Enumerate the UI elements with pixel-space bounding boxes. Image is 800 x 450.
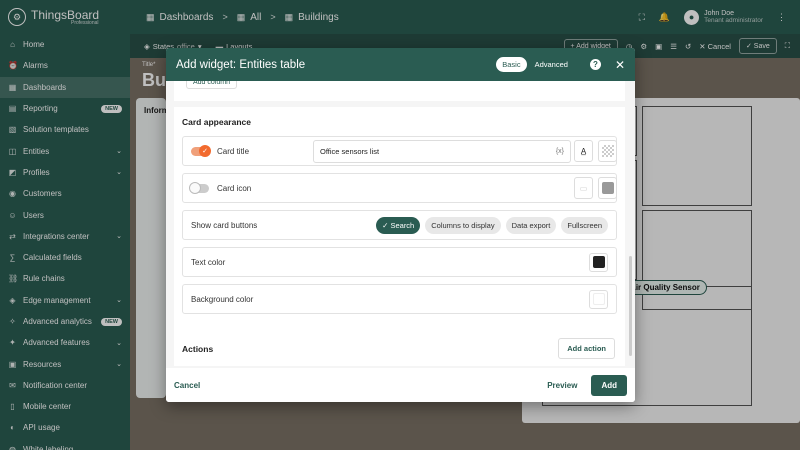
text-color-label: Text color xyxy=(191,257,226,267)
background-color-row: Background color xyxy=(182,284,617,314)
preview-button[interactable]: Preview xyxy=(547,381,577,390)
variable-icon[interactable]: {x} xyxy=(556,148,564,155)
check-icon: ✓ xyxy=(199,145,211,157)
show-card-buttons-label: Show card buttons xyxy=(191,220,258,230)
help-icon[interactable]: ? xyxy=(589,59,601,70)
chip-fullscreen[interactable]: Fullscreen xyxy=(561,216,608,234)
card-title-label: Card title xyxy=(217,146,250,156)
columns-section: Add column xyxy=(174,81,625,101)
actions-section: Actions Add action xyxy=(174,332,625,366)
card-title-value: Office sensors list xyxy=(320,147,380,156)
add-button[interactable]: Add xyxy=(591,374,627,396)
text-format-icon[interactable]: A̲ xyxy=(574,140,593,162)
toggle-knob xyxy=(189,182,201,194)
text-color-button[interactable] xyxy=(589,252,608,272)
transparent-swatch-icon xyxy=(601,145,614,157)
background-color-swatch xyxy=(592,293,605,305)
card-icon-toggle[interactable] xyxy=(189,182,209,194)
chip-label: Data export xyxy=(511,220,551,230)
card-title-color-button[interactable] xyxy=(598,140,617,162)
card-buttons-row: Show card buttons ✓ Search Columns to dis… xyxy=(182,210,617,240)
dialog-cancel-button[interactable]: Cancel xyxy=(174,381,200,390)
background-color-button[interactable] xyxy=(589,289,608,309)
text-color-row: Text color xyxy=(182,247,617,277)
card-appearance-section: Card appearance ✓ Card title Office sens… xyxy=(174,107,625,347)
dialog-header: Add widget: Entities table Basic Advance… xyxy=(166,48,635,81)
dialog-body: Add column Card appearance ✓ Card title … xyxy=(166,81,635,368)
chip-label: Search xyxy=(390,220,415,230)
text-color-swatch xyxy=(592,256,605,268)
background-color-label: Background color xyxy=(191,294,254,304)
card-icon-row: Card icon ▭ xyxy=(182,173,617,203)
card-icon-label: Card icon xyxy=(217,183,252,193)
card-icon-color-button[interactable] xyxy=(598,177,617,199)
chip-columns-to-display[interactable]: Columns to display xyxy=(425,216,501,234)
dialog-scrollbar[interactable] xyxy=(629,256,632,356)
mode-basic-button[interactable]: Basic xyxy=(496,57,527,72)
icon-picker-icon[interactable]: ▭ xyxy=(574,177,593,199)
card-appearance-title: Card appearance xyxy=(182,117,251,127)
chip-search[interactable]: ✓ Search xyxy=(376,216,421,234)
close-icon[interactable]: ✕ xyxy=(615,58,625,72)
add-column-button[interactable]: Add column xyxy=(186,81,237,89)
dialog-title: Add widget: Entities table xyxy=(176,59,305,71)
mode-advanced-button[interactable]: Advanced xyxy=(529,57,574,72)
dialog-title-prefix: Add widget: xyxy=(176,58,237,71)
add-action-button[interactable]: Add action xyxy=(558,338,615,359)
card-buttons-chips: ✓ Search Columns to display Data export Ful… xyxy=(376,216,608,234)
color-swatch xyxy=(601,182,614,194)
actions-title: Actions xyxy=(182,344,214,354)
card-title-toggle[interactable]: ✓ xyxy=(191,145,211,157)
chip-data-export[interactable]: Data export xyxy=(505,216,557,234)
chip-label: Fullscreen xyxy=(567,220,602,230)
card-title-row: ✓ Card title Office sensors list {x} A̲ xyxy=(182,136,617,166)
dialog-title-name: Entities table xyxy=(239,58,306,71)
add-widget-dialog: Add widget: Entities table Basic Advance… xyxy=(166,48,635,402)
mode-toggle: Basic Advanced xyxy=(496,57,574,72)
chip-label: Columns to display xyxy=(431,220,495,230)
dialog-footer: Cancel Preview Add xyxy=(166,368,635,402)
card-title-input[interactable]: Office sensors list {x} xyxy=(313,140,571,163)
